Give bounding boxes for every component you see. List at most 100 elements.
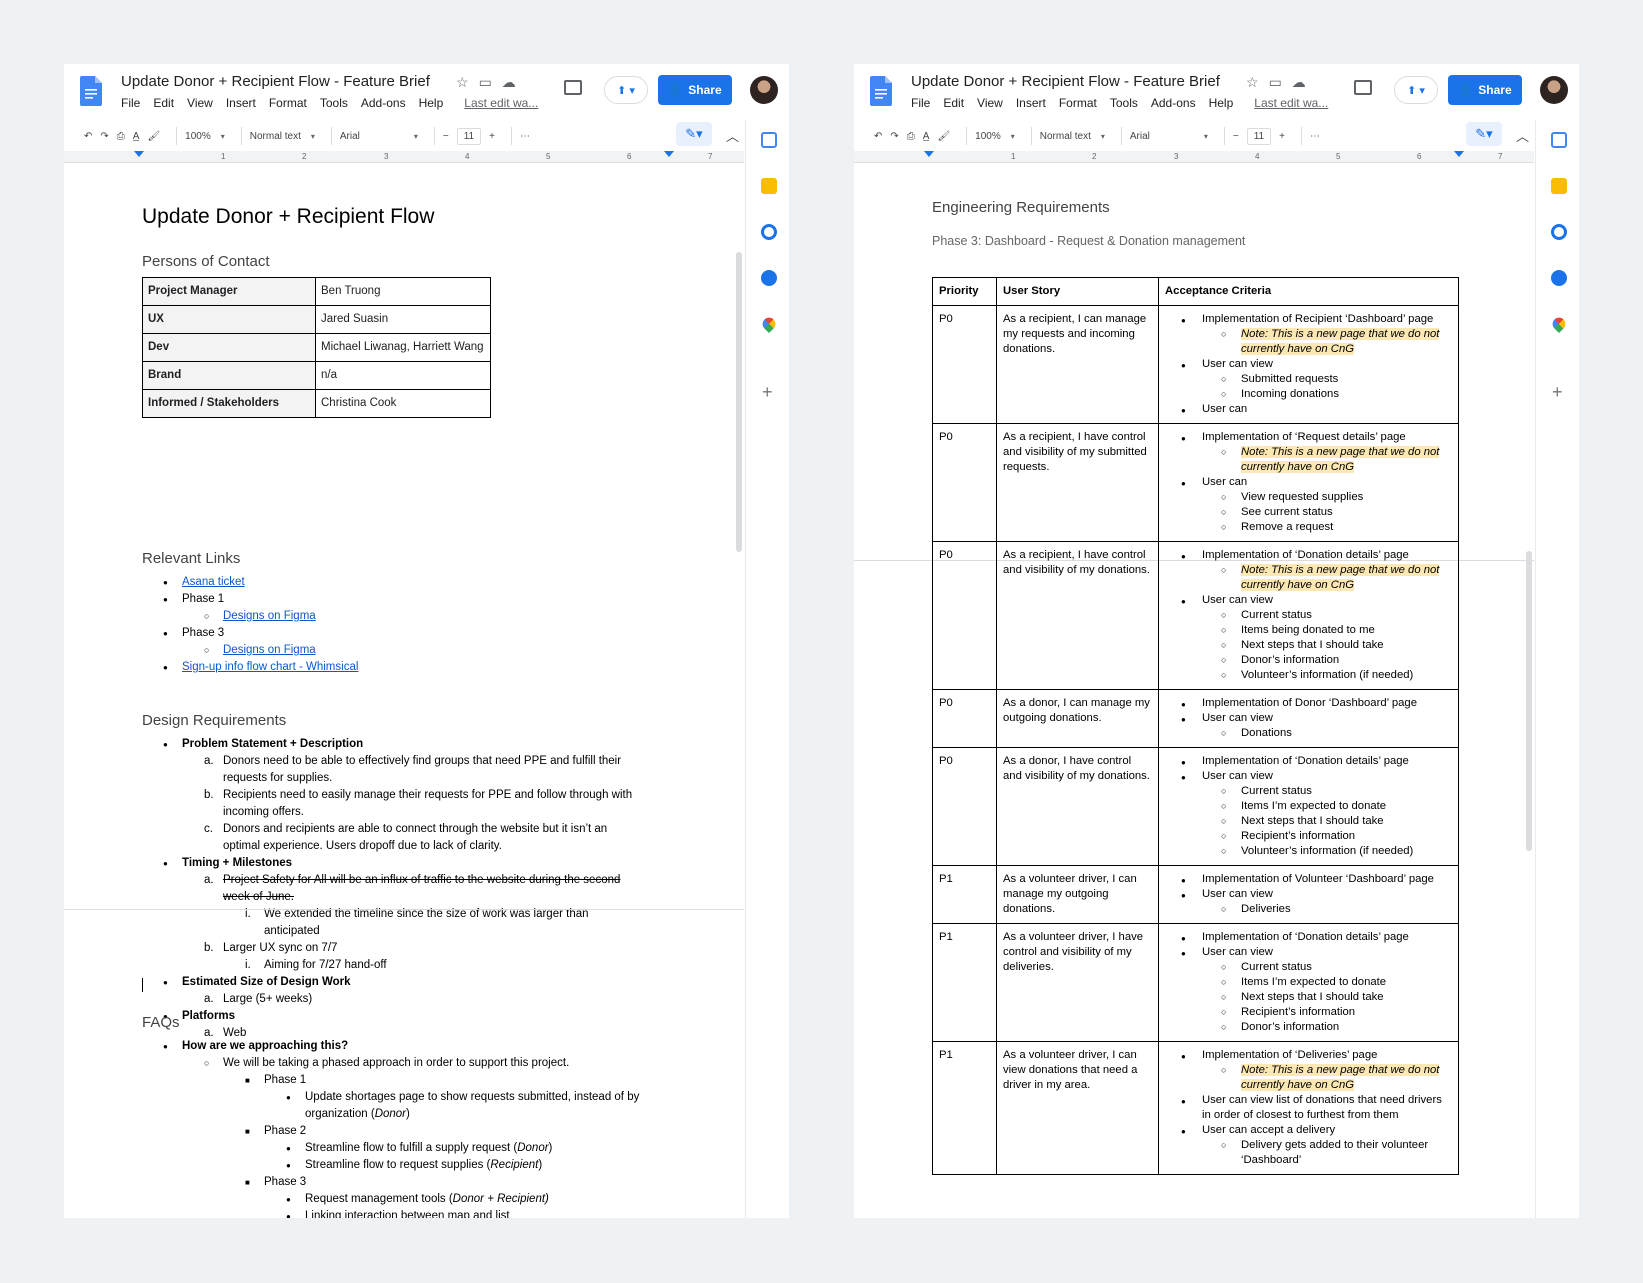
share-button[interactable]: 👤 Share (658, 75, 732, 105)
increase-size-icon[interactable]: + (489, 131, 495, 142)
tasks-icon[interactable] (1551, 224, 1567, 240)
spellcheck-icon[interactable]: A̲ (133, 131, 140, 142)
page-break (64, 909, 744, 910)
collapse-menu-icon[interactable]: ︿ (726, 126, 739, 145)
menu-tools[interactable]: Tools (1110, 96, 1138, 110)
menu-format[interactable]: Format (1059, 96, 1097, 110)
add-addon-icon[interactable]: + (762, 382, 773, 403)
whimsical-link[interactable]: Sign-up info flow chart - Whimsical (182, 661, 358, 673)
more-icon[interactable]: ⋯ (520, 131, 530, 142)
spellcheck-icon[interactable]: A̲ (923, 131, 930, 142)
doc-title[interactable]: Update Donor + Recipient Flow - Feature … (911, 73, 1220, 90)
style-select[interactable]: Normal text ▾ (250, 131, 315, 142)
style-select[interactable]: Normal text ▾ (1040, 131, 1105, 142)
list-item: Request management tools (Donor + Recipi… (286, 1191, 639, 1208)
figma-link[interactable]: Designs on Figma (223, 610, 316, 622)
avatar[interactable] (750, 76, 778, 104)
undo-icon[interactable]: ↶ (874, 131, 882, 142)
document-page[interactable]: Update Donor + Recipient Flow Persons of… (64, 164, 744, 1218)
menu-file[interactable]: File (121, 96, 140, 110)
maps-icon[interactable] (759, 314, 779, 334)
scrollbar[interactable] (1526, 551, 1532, 851)
figma-link[interactable]: Designs on Figma (223, 644, 316, 656)
menu-addons[interactable]: Add-ons (1151, 96, 1196, 110)
star-icon[interactable]: ☆ (456, 74, 469, 91)
add-addon-icon[interactable]: + (1552, 382, 1563, 403)
zoom-select[interactable]: 100% ▾ (185, 131, 225, 142)
editing-mode-button[interactable]: ✎▾ (1466, 122, 1502, 146)
star-icon[interactable]: ☆ (1246, 74, 1259, 91)
maps-icon[interactable] (1549, 314, 1569, 334)
redo-icon[interactable]: ↷ (100, 131, 108, 142)
last-edit-link[interactable]: Last edit wa... (464, 96, 538, 110)
keep-icon[interactable] (761, 178, 777, 194)
column-header: Priority (932, 277, 997, 306)
print-icon[interactable]: ⎙ (117, 131, 125, 142)
last-edit-link[interactable]: Last edit wa... (1254, 96, 1328, 110)
style-value: Normal text (1039, 130, 1091, 142)
font-size-input[interactable]: 11 (1246, 127, 1272, 145)
menu-view[interactable]: View (977, 96, 1003, 110)
keep-icon[interactable] (1551, 178, 1567, 194)
left-indent-marker[interactable] (924, 151, 934, 157)
docs-logo-icon[interactable] (80, 76, 102, 106)
redo-icon[interactable]: ↷ (890, 131, 898, 142)
menu-format[interactable]: Format (269, 96, 307, 110)
present-button[interactable]: ⬆ ▾ (604, 76, 648, 104)
menu-insert[interactable]: Insert (1016, 96, 1046, 110)
cloud-status-icon[interactable]: ☁ (1292, 74, 1306, 91)
comment-history-icon[interactable] (564, 80, 582, 95)
menu-view[interactable]: View (187, 96, 213, 110)
ruler[interactable]: 1 2 3 4 5 6 7 (64, 151, 744, 163)
tasks-icon[interactable] (761, 224, 777, 240)
menu-file[interactable]: File (911, 96, 930, 110)
table-row: Dev Michael Liwanag, Harriett Wang (142, 333, 491, 362)
comment-history-icon[interactable] (1354, 80, 1372, 95)
editing-mode-button[interactable]: ✎▾ (676, 122, 712, 146)
increase-size-icon[interactable]: + (1279, 131, 1285, 142)
menu-edit[interactable]: Edit (153, 96, 174, 110)
avatar[interactable] (1540, 76, 1568, 104)
collapse-menu-icon[interactable]: ︿ (1516, 126, 1529, 145)
menu-edit[interactable]: Edit (943, 96, 964, 110)
move-folder-icon[interactable]: ▭ (479, 74, 492, 91)
zoom-select[interactable]: 100% ▾ (975, 131, 1015, 142)
paint-format-icon[interactable]: 🖌 (937, 131, 950, 142)
contacts-icon[interactable] (1551, 270, 1567, 286)
ruler[interactable]: 1 2 3 4 5 6 7 (854, 151, 1534, 163)
menu-addons[interactable]: Add-ons (361, 96, 406, 110)
paint-format-icon[interactable]: 🖌 (147, 131, 160, 142)
asana-link[interactable]: Asana ticket (182, 576, 245, 588)
text: Donor (517, 1142, 549, 1154)
share-button[interactable]: 👤 Share (1448, 75, 1522, 105)
menu-tools[interactable]: Tools (320, 96, 348, 110)
font-select[interactable]: Arial ▾ (340, 131, 418, 142)
font-select[interactable]: Arial ▾ (1130, 131, 1208, 142)
move-folder-icon[interactable]: ▭ (1269, 74, 1282, 91)
priority-cell: P0 (932, 423, 997, 542)
right-indent-marker[interactable] (1454, 151, 1464, 157)
ruler-tick: 1 (221, 152, 226, 161)
present-button[interactable]: ⬆ ▾ (1394, 76, 1438, 104)
docs-logo-icon[interactable] (870, 76, 892, 106)
decrease-size-icon[interactable]: − (443, 131, 449, 142)
print-icon[interactable]: ⎙ (907, 131, 915, 142)
decrease-size-icon[interactable]: − (1233, 131, 1239, 142)
calendar-icon[interactable] (761, 132, 777, 148)
right-indent-marker[interactable] (664, 151, 674, 157)
calendar-icon[interactable] (1551, 132, 1567, 148)
more-icon[interactable]: ⋯ (1310, 131, 1320, 142)
contacts-icon[interactable] (761, 270, 777, 286)
menu-insert[interactable]: Insert (226, 96, 256, 110)
doc-title[interactable]: Update Donor + Recipient Flow - Feature … (121, 73, 430, 90)
list-item: User can (1159, 475, 1452, 491)
document-page[interactable]: Engineering Requirements Phase 3: Dashbo… (854, 164, 1534, 1218)
undo-icon[interactable]: ↶ (84, 131, 92, 142)
scrollbar[interactable] (736, 252, 742, 552)
cloud-status-icon[interactable]: ☁ (502, 74, 516, 91)
faq-heading: FAQs (142, 1014, 180, 1031)
menu-help[interactable]: Help (419, 96, 444, 110)
menu-help[interactable]: Help (1209, 96, 1234, 110)
font-size-input[interactable]: 11 (456, 127, 482, 145)
left-indent-marker[interactable] (134, 151, 144, 157)
